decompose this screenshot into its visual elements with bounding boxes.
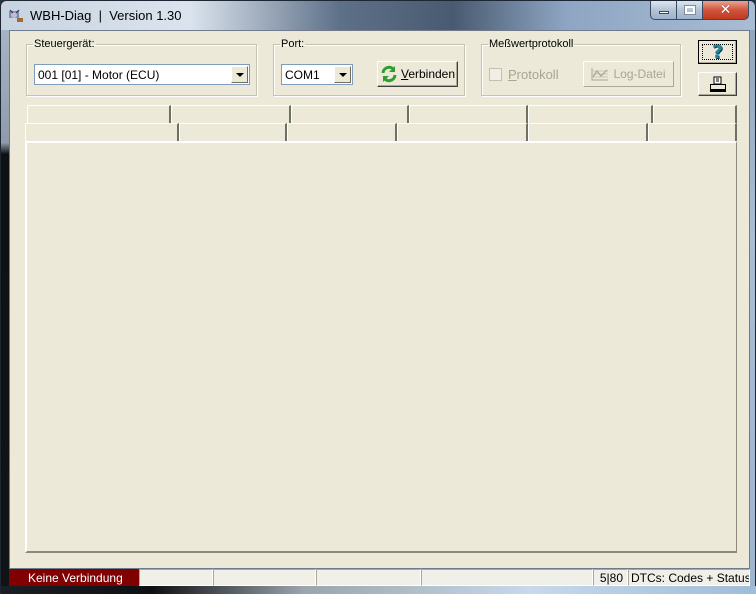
connect-button-label: Verbinden <box>400 67 456 81</box>
header-cell[interactable] <box>648 123 737 141</box>
status-counter: 5|80 <box>593 569 628 586</box>
focus-rect <box>702 44 733 60</box>
window-left-frame <box>1 30 9 594</box>
protokoll-checkbox-box[interactable] <box>489 68 502 81</box>
protokoll-label: Protokoll <box>508 67 559 82</box>
chart-icon <box>591 68 609 81</box>
header-cell[interactable] <box>528 123 648 141</box>
status-cell <box>213 569 316 586</box>
main-client-area: Steuergerät: 001 [01] - Motor (ECU) Port… <box>9 30 750 569</box>
header-cell[interactable] <box>27 105 171 123</box>
header-cell[interactable] <box>291 105 409 123</box>
status-cell <box>316 569 421 586</box>
header-row-1 <box>27 105 737 123</box>
port-select[interactable]: COM1 <box>281 64 353 85</box>
status-bar: Keine Verbindung 5|80 DTCs: Codes + Stat… <box>9 569 750 586</box>
header-cell[interactable] <box>287 123 397 141</box>
steuergeraet-value: 001 [01] - Motor (ECU) <box>38 67 160 82</box>
help-button[interactable]: ? <box>698 40 737 64</box>
header-cell[interactable] <box>179 123 287 141</box>
title-bar[interactable]: WBH-Diag | Version 1.30 ✕ <box>1 1 755 30</box>
steuergeraet-legend: Steuergerät: <box>34 38 95 50</box>
data-grid[interactable] <box>25 141 737 553</box>
log-datei-button[interactable]: Log-Datei <box>583 61 674 87</box>
connect-button[interactable]: Verbinden <box>377 61 458 87</box>
port-dropdown-button[interactable] <box>334 66 351 83</box>
maximize-button[interactable] <box>677 1 703 20</box>
header-cell[interactable] <box>25 123 179 141</box>
port-value: COM1 <box>285 67 320 82</box>
header-cell[interactable] <box>171 105 291 123</box>
messwert-legend: Meßwertprotokoll <box>489 38 574 50</box>
refresh-icon <box>381 65 397 83</box>
header-cell[interactable] <box>528 105 653 123</box>
maximize-icon <box>683 5 696 15</box>
close-icon: ✕ <box>719 2 732 18</box>
printer-icon <box>709 76 726 92</box>
window-title: WBH-Diag | Version 1.30 <box>30 8 182 23</box>
connection-status: Keine Verbindung <box>9 569 139 586</box>
header-row-2 <box>25 123 737 141</box>
steuergeraet-select[interactable]: 001 [01] - Motor (ECU) <box>34 64 250 85</box>
status-mode: DTCs: Codes + Status <box>628 569 750 586</box>
header-cell[interactable] <box>409 105 528 123</box>
close-button[interactable]: ✕ <box>703 1 749 20</box>
app-icon <box>9 9 23 22</box>
header-cell[interactable] <box>397 123 528 141</box>
status-cell <box>421 569 593 586</box>
print-button[interactable] <box>698 72 737 96</box>
port-legend: Port: <box>281 38 305 50</box>
protokoll-checkbox[interactable]: Protokoll <box>489 67 559 82</box>
chevron-down-icon <box>235 72 244 77</box>
minimize-button[interactable] <box>650 1 677 20</box>
minimize-icon <box>658 11 669 14</box>
window-controls: ✕ <box>650 1 749 21</box>
log-datei-label: Log-Datei <box>613 67 666 81</box>
status-cell <box>139 569 213 586</box>
steuergeraet-dropdown-button[interactable] <box>231 66 248 83</box>
chevron-down-icon <box>338 72 347 77</box>
app-window: WBH-Diag | Version 1.30 ✕ Steuergerät: 0… <box>0 0 756 594</box>
header-cell[interactable] <box>653 105 737 123</box>
